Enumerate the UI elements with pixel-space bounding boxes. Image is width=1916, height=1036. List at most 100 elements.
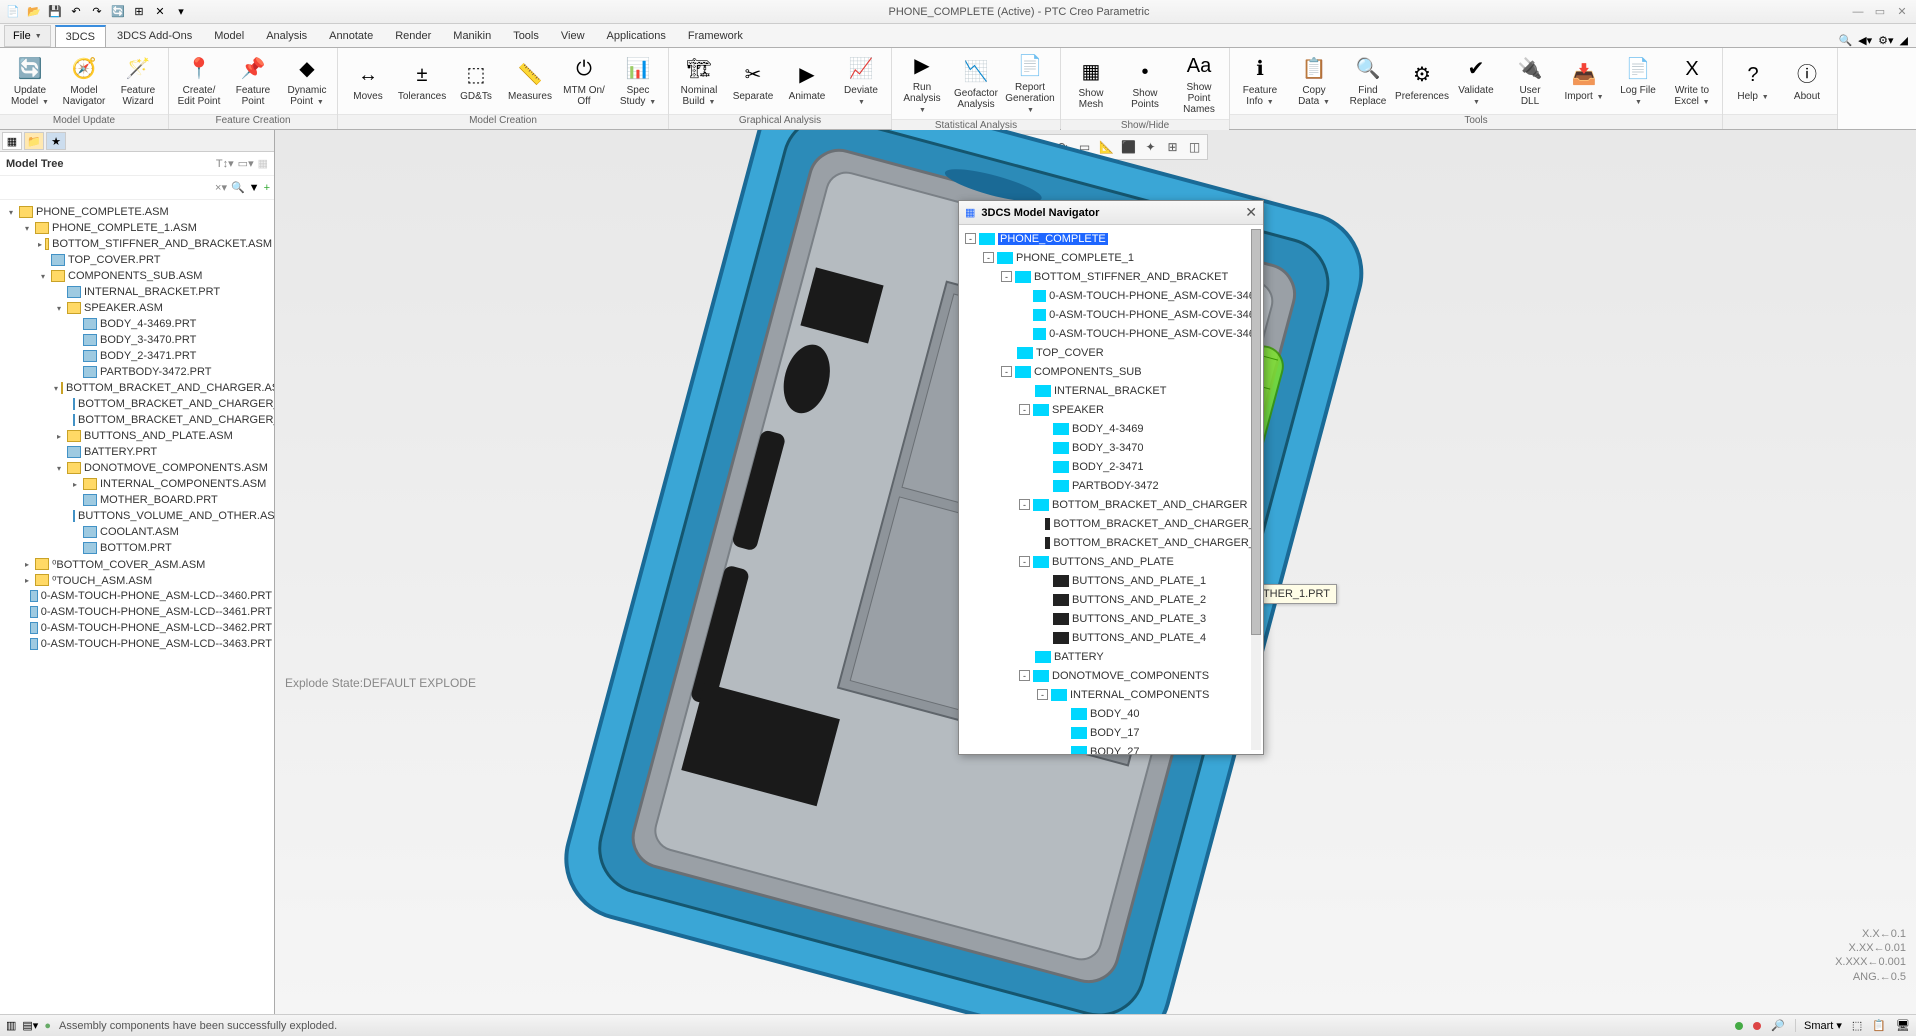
tree-node[interactable]: BATTERY.PRT xyxy=(2,444,272,460)
expander-icon[interactable]: ▸ xyxy=(54,431,64,441)
search-help-icon[interactable]: 🔍 xyxy=(1838,34,1852,47)
undo-icon[interactable]: ↶ xyxy=(67,3,85,21)
navigator-node[interactable]: 0-ASM-TOUCH-PHONE_ASM-COVE-3465 xyxy=(961,305,1261,324)
tree-node[interactable]: BOTTOM.PRT xyxy=(2,540,272,556)
ribbon-feature-info-button[interactable]: ℹFeatureInfo ▼ xyxy=(1236,53,1284,109)
expander-icon[interactable] xyxy=(54,447,64,457)
tree-search-clear-icon[interactable]: ×▾ xyxy=(215,181,227,194)
ribbon-validate-button[interactable]: ✔Validate ▼ xyxy=(1452,53,1500,109)
tree-node[interactable]: PARTBODY-3472.PRT xyxy=(2,364,272,380)
navigator-node[interactable]: -BOTTOM_STIFFNER_AND_BRACKET xyxy=(961,267,1261,286)
maximize-button[interactable]: ▭ xyxy=(1870,4,1890,20)
tree-node[interactable]: ▸⁰TOUCH_ASM.ASM xyxy=(2,572,272,588)
tree-node[interactable]: ▸BOTTOM_STIFFNER_AND_BRACKET.ASM xyxy=(2,236,272,252)
tree-filter-icon[interactable]: ▦ xyxy=(258,157,268,170)
ribbon-create-edit-point-button[interactable]: 📍Create/Edit Point xyxy=(175,53,223,109)
tree-node[interactable]: ▾BOTTOM_BRACKET_AND_CHARGER.ASM xyxy=(2,380,272,396)
tree-node[interactable]: BUTTONS_VOLUME_AND_OTHER.ASM xyxy=(2,508,272,524)
ribbon-copy-data-button[interactable]: 📋CopyData ▼ xyxy=(1290,53,1338,109)
ribbon-dynamic-point-button[interactable]: ◆DynamicPoint ▼ xyxy=(283,53,331,109)
tree-search-input[interactable] xyxy=(4,180,211,196)
expander-icon[interactable]: ▸ xyxy=(38,239,42,249)
new-icon[interactable]: 📄 xyxy=(4,3,22,21)
expander-icon[interactable] xyxy=(54,287,64,297)
tree-binoculars-icon[interactable]: 🔍 xyxy=(231,181,245,194)
navigator-node[interactable]: BODY_4-3469 xyxy=(961,419,1261,438)
open-icon[interactable]: 📂 xyxy=(25,3,43,21)
tree-node[interactable]: ▾SPEAKER.ASM xyxy=(2,300,272,316)
close-button[interactable]: ✕ xyxy=(1892,4,1912,20)
navigator-node[interactable]: TOP_COVER xyxy=(961,343,1261,362)
expander-icon[interactable]: ▾ xyxy=(6,207,16,217)
tab-framework[interactable]: Framework xyxy=(677,25,754,47)
settings-gear-icon[interactable]: ⚙▾ xyxy=(1878,34,1893,47)
navigator-node[interactable]: -COMPONENTS_SUB xyxy=(961,362,1261,381)
3dcs-model-navigator-dialog[interactable]: ▦ 3DCS Model Navigator ✕ -PHONE_COMPLETE… xyxy=(958,200,1264,755)
selection-filter[interactable]: Smart ▾ xyxy=(1795,1019,1842,1032)
tree-node[interactable]: ▾COMPONENTS_SUB.ASM xyxy=(2,268,272,284)
nav-expander-icon[interactable]: - xyxy=(1019,670,1030,681)
navigator-tree[interactable]: -PHONE_COMPLETE-PHONE_COMPLETE_1-BOTTOM_… xyxy=(959,225,1263,754)
expander-icon[interactable]: ▸ xyxy=(22,575,32,585)
ribbon-report-generation-button[interactable]: 📄ReportGeneration ▼ xyxy=(1006,50,1054,117)
status-geom-icon[interactable]: ⬚ xyxy=(1852,1019,1862,1032)
nav-expander-icon[interactable]: - xyxy=(1001,366,1012,377)
close-win-icon[interactable]: ✕ xyxy=(151,3,169,21)
expander-icon[interactable]: ▾ xyxy=(54,383,58,393)
ribbon-nominal-build-button[interactable]: 🏗NominalBuild ▼ xyxy=(675,53,723,109)
navigator-node[interactable]: BODY_40 xyxy=(961,704,1261,723)
tab-tools[interactable]: Tools xyxy=(502,25,550,47)
expander-icon[interactable] xyxy=(70,543,80,553)
ribbon-about-button[interactable]: ⓘAbout xyxy=(1783,59,1831,104)
ribbon-run-analysis-button[interactable]: ▶RunAnalysis ▼ xyxy=(898,50,946,117)
expander-icon[interactable]: ▸ xyxy=(22,559,32,569)
expander-icon[interactable] xyxy=(70,495,80,505)
tree-show-icon[interactable]: ▭▾ xyxy=(238,157,254,170)
tree-node[interactable]: BODY_4-3469.PRT xyxy=(2,316,272,332)
tab-3dcs[interactable]: 3DCS xyxy=(55,25,106,47)
navigator-node[interactable]: -PHONE_COMPLETE xyxy=(961,229,1261,248)
navigator-node[interactable]: BUTTONS_AND_PLATE_2 xyxy=(961,590,1261,609)
ribbon-deviate-button[interactable]: 📈Deviate ▼ xyxy=(837,53,885,109)
tree-node[interactable]: 0-ASM-TOUCH-PHONE_ASM-LCD--3462.PRT xyxy=(2,620,272,636)
tree-node[interactable]: ▸⁰BOTTOM_COVER_ASM.ASM xyxy=(2,556,272,572)
ribbon-show-points-button[interactable]: •ShowPoints xyxy=(1121,56,1169,112)
ribbon-measures-button[interactable]: 📏Measures xyxy=(506,59,554,104)
minimize-button[interactable]: — xyxy=(1848,4,1868,20)
navigator-node[interactable]: BUTTONS_AND_PLATE_4 xyxy=(961,628,1261,647)
navigator-node[interactable]: BODY_17 xyxy=(961,723,1261,742)
expander-icon[interactable] xyxy=(22,639,27,649)
expander-icon[interactable] xyxy=(70,335,80,345)
tree-node[interactable]: ▸INTERNAL_COMPONENTS.ASM xyxy=(2,476,272,492)
tab-manikin[interactable]: Manikin xyxy=(442,25,502,47)
navigator-node[interactable]: -INTERNAL_COMPONENTS xyxy=(961,685,1261,704)
ribbon-tolerances-button[interactable]: ±Tolerances xyxy=(398,59,446,104)
tab-model[interactable]: Model xyxy=(203,25,255,47)
tree-node[interactable]: ▾PHONE_COMPLETE.ASM xyxy=(2,204,272,220)
qat-more-icon[interactable]: ▾ xyxy=(172,3,190,21)
tree-node[interactable]: BODY_3-3470.PRT xyxy=(2,332,272,348)
expander-icon[interactable]: ▾ xyxy=(22,223,32,233)
file-menu[interactable]: File▼ xyxy=(4,25,51,47)
tree-filter2-icon[interactable]: ▼ xyxy=(249,182,260,194)
nav-expander-icon[interactable]: - xyxy=(1019,404,1030,415)
expander-icon[interactable] xyxy=(38,255,48,265)
nav-back-icon[interactable]: ◀▾ xyxy=(1858,34,1872,47)
tree-tab-favorites-icon[interactable]: ★ xyxy=(46,132,66,150)
navigator-node[interactable]: -BUTTONS_AND_PLATE xyxy=(961,552,1261,571)
nav-expander-icon[interactable]: - xyxy=(983,252,994,263)
nav-expander-icon[interactable]: - xyxy=(1019,499,1030,510)
tree-node[interactable]: BOTTOM_BRACKET_AND_CHARGER_1.PRT xyxy=(2,396,272,412)
tree-node[interactable]: MOTHER_BOARD.PRT xyxy=(2,492,272,508)
tab-view[interactable]: View xyxy=(550,25,596,47)
tab-annotate[interactable]: Annotate xyxy=(318,25,384,47)
windows-icon[interactable]: ⊞ xyxy=(130,3,148,21)
nav-expander-icon[interactable]: - xyxy=(1037,689,1048,700)
navigator-node[interactable]: BOTTOM_BRACKET_AND_CHARGER_1 xyxy=(961,514,1261,533)
save-icon[interactable]: 💾 xyxy=(46,3,64,21)
expander-icon[interactable]: ▾ xyxy=(54,303,64,313)
tree-node[interactable]: TOP_COVER.PRT xyxy=(2,252,272,268)
ribbon-spec-study-button[interactable]: 📊SpecStudy ▼ xyxy=(614,53,662,109)
status-clip-icon[interactable]: 📋 xyxy=(1872,1019,1886,1032)
ribbon-help-button[interactable]: ?Help ▼ xyxy=(1729,59,1777,104)
